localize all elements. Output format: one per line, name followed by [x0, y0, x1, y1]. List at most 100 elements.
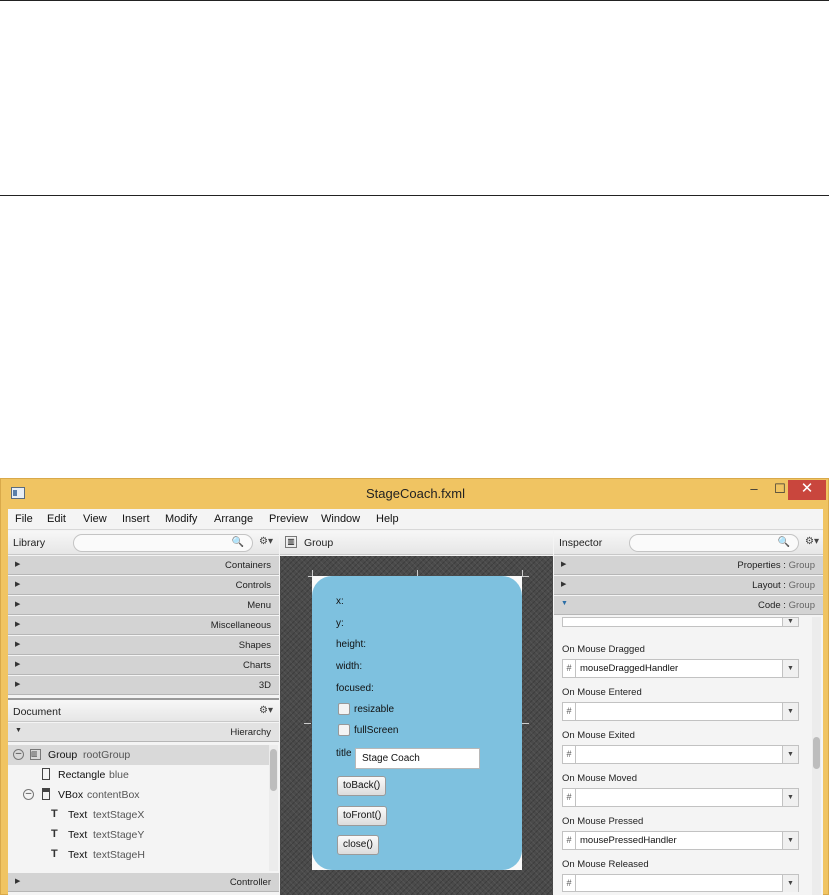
- text-icon: T: [51, 828, 58, 840]
- dropdown-arrow-icon[interactable]: ▼: [782, 746, 798, 763]
- close-stage-button[interactable]: close(): [337, 835, 380, 855]
- inspector-section-layout[interactable]: ▶ Layout : Group: [554, 576, 823, 595]
- hierarchy-section[interactable]: ▼ Hierarchy: [8, 723, 279, 742]
- vbox-icon: [42, 788, 50, 800]
- menu-help[interactable]: Help: [376, 513, 399, 525]
- hash-icon: #: [563, 832, 576, 849]
- gear-icon[interactable]: ⚙▾: [259, 536, 273, 547]
- tree-node-vbox[interactable]: – VBox contentBox: [8, 785, 270, 805]
- library-section-shapes[interactable]: ▶ Shapes: [8, 636, 279, 655]
- node-type: VBox: [58, 789, 84, 801]
- dropdown-arrow-icon[interactable]: ▼: [782, 703, 798, 720]
- expand-icon: ▶: [15, 621, 21, 628]
- event-label: On Mouse Released: [562, 859, 649, 870]
- section-label: Containers: [225, 560, 271, 571]
- tree-node-group[interactable]: – ▥ Group rootGroup: [8, 745, 270, 765]
- title-bar: StageCoach.fxml – ☐ ✕: [1, 479, 829, 509]
- selection-handle[interactable]: [522, 576, 529, 577]
- library-title: Library: [13, 537, 46, 549]
- expand-icon: ▶: [15, 681, 21, 688]
- collapse-icon[interactable]: –: [13, 749, 24, 760]
- library-section-3d[interactable]: ▶ 3D: [8, 676, 279, 695]
- on-mouse-released-field[interactable]: # ▼: [562, 874, 799, 892]
- tree-node-rectangle[interactable]: Rectangle blue: [8, 765, 270, 785]
- collapse-icon[interactable]: –: [23, 789, 34, 800]
- scrollbar-thumb[interactable]: [813, 737, 820, 769]
- menu-window[interactable]: Window: [321, 513, 360, 525]
- menu-edit[interactable]: Edit: [47, 513, 66, 525]
- node-id: blue: [109, 769, 129, 781]
- menu-view[interactable]: View: [83, 513, 107, 525]
- menu-file[interactable]: File: [15, 513, 33, 525]
- menu-modify[interactable]: Modify: [165, 513, 197, 525]
- collapse-icon: ▼: [561, 600, 568, 607]
- dropdown-arrow-icon[interactable]: ▼: [782, 660, 798, 677]
- inspector-section-code[interactable]: ▼ Code : Group: [554, 596, 823, 615]
- left-panel: Library 🔍 ⚙▾ ▶ Containers ▶ Controls ▶ Menu…: [8, 531, 279, 895]
- node-type: Text: [68, 829, 88, 841]
- rectangle-icon: [42, 768, 50, 780]
- dropdown-arrow-icon[interactable]: ▼: [782, 618, 798, 626]
- resizable-checkbox[interactable]: [338, 703, 350, 715]
- library-section-containers[interactable]: ▶ Containers: [8, 556, 279, 575]
- group-icon: ▥: [285, 536, 297, 548]
- collapse-icon: ▼: [15, 727, 22, 734]
- controller-section[interactable]: ▶ Controller: [8, 873, 279, 892]
- library-section-charts[interactable]: ▶ Charts: [8, 656, 279, 675]
- node-type: Text: [68, 809, 88, 821]
- minimize-button[interactable]: –: [740, 480, 768, 500]
- tree-node-text[interactable]: T Text textStageX: [8, 805, 270, 825]
- event-handler-field[interactable]: ▼: [562, 617, 799, 627]
- search-icon: 🔍: [231, 537, 244, 548]
- design-canvas[interactable]: x: y: height: width: focused: resizable …: [280, 556, 553, 895]
- library-section-menu[interactable]: ▶ Menu: [8, 596, 279, 615]
- tofront-button[interactable]: toFront(): [337, 806, 388, 826]
- label-x: x:: [336, 596, 344, 607]
- menu-arrange[interactable]: Arrange: [214, 513, 253, 525]
- on-mouse-entered-field[interactable]: # ▼: [562, 702, 799, 721]
- on-mouse-dragged-field[interactable]: # mouseDraggedHandler ▼: [562, 659, 799, 678]
- library-search-input[interactable]: 🔍: [73, 534, 253, 552]
- node-id: contentBox: [87, 789, 140, 801]
- content-breadcrumb-bar: ▥ Group: [280, 531, 553, 555]
- fullscreen-label: fullScreen: [354, 725, 399, 736]
- section-label: Hierarchy: [230, 727, 271, 738]
- tree-node-text[interactable]: T Text textStageH: [8, 845, 270, 865]
- gear-icon[interactable]: ⚙▾: [259, 705, 273, 716]
- dropdown-arrow-icon[interactable]: ▼: [782, 789, 798, 806]
- section-label: 3D: [258, 680, 271, 691]
- title-input[interactable]: Stage Coach: [355, 748, 480, 769]
- section-label: Miscellaneous: [210, 620, 271, 631]
- dropdown-arrow-icon[interactable]: ▼: [782, 832, 798, 849]
- selection-handle[interactable]: [522, 723, 529, 724]
- on-mouse-pressed-field[interactable]: # mousePressedHandler ▼: [562, 831, 799, 850]
- menu-insert[interactable]: Insert: [122, 513, 150, 525]
- library-section-miscellaneous[interactable]: ▶ Miscellaneous: [8, 616, 279, 635]
- dropdown-arrow-icon[interactable]: ▼: [782, 875, 798, 892]
- menu-preview[interactable]: Preview: [269, 513, 308, 525]
- breadcrumb-group[interactable]: Group: [304, 537, 333, 549]
- library-section-controls[interactable]: ▶ Controls: [8, 576, 279, 595]
- hash-icon: #: [563, 875, 576, 892]
- label-height: height:: [336, 639, 367, 650]
- label-y: y:: [336, 618, 344, 629]
- on-mouse-moved-field[interactable]: # ▼: [562, 788, 799, 807]
- node-id: textStageY: [93, 829, 145, 841]
- handler-value: mousePressedHandler: [580, 835, 677, 846]
- on-mouse-exited-field[interactable]: # ▼: [562, 745, 799, 764]
- group-icon: ▥: [30, 749, 41, 760]
- gear-icon[interactable]: ⚙▾: [805, 536, 819, 547]
- section-label: Menu: [247, 600, 271, 611]
- toback-button[interactable]: toBack(): [337, 776, 387, 796]
- hierarchy-scrollbar[interactable]: [269, 745, 278, 871]
- document-title: Document: [13, 706, 61, 718]
- close-button[interactable]: ✕: [788, 480, 826, 500]
- fullscreen-checkbox[interactable]: [338, 724, 350, 736]
- selection-handle[interactable]: [304, 723, 311, 724]
- inspector-section-properties[interactable]: ▶ Properties : Group: [554, 556, 823, 575]
- inspector-search-input[interactable]: 🔍: [629, 534, 799, 552]
- scrollbar-thumb[interactable]: [270, 749, 277, 791]
- label-focused: focused:: [336, 683, 374, 694]
- inspector-scrollbar[interactable]: [812, 617, 821, 895]
- tree-node-text[interactable]: T Text textStageY: [8, 825, 270, 845]
